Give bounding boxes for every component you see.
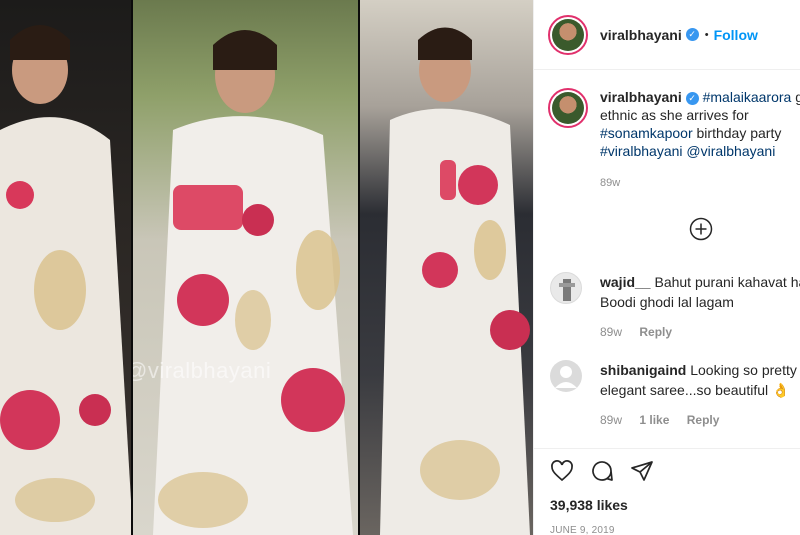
comment-meta: 89w Reply: [600, 322, 800, 342]
follow-button[interactable]: Follow: [714, 27, 758, 43]
mention-link[interactable]: @viralbhayani: [686, 143, 775, 159]
photo-panel-left: [0, 0, 133, 535]
comment-bubble-icon[interactable]: [590, 459, 614, 488]
hashtag-link[interactable]: #malaikaarora: [703, 89, 792, 105]
caption-timestamp[interactable]: 89w: [600, 174, 800, 192]
comment-text: elegant saree...so beautiful 👌: [600, 382, 790, 398]
hashtag-link[interactable]: #viralbhayani: [600, 143, 683, 159]
saree-figure-left: [0, 25, 133, 535]
post-actions: 39,938 likes JUNE 9, 2019: [534, 448, 800, 535]
caption-text: viralbhayani✓ #malaikaarora go ethnic as…: [600, 88, 800, 192]
comment-text: Looking so pretty i: [690, 362, 800, 378]
avatar-image: [552, 18, 584, 51]
caption-text-fragment: ethnic as she arrives for: [600, 107, 749, 123]
comment-meta: 89w 1 like Reply: [600, 410, 800, 430]
comment-item: wajid__ Bahut purani kahavat hai Boodi g…: [550, 272, 800, 342]
post-header: viralbhayani ✓ • Follow: [534, 0, 800, 70]
comment-username[interactable]: wajid__: [600, 274, 651, 290]
heart-icon[interactable]: [550, 459, 574, 488]
comment-text: Boodi ghodi lal lagam: [600, 294, 734, 310]
comment-body: wajid__ Bahut purani kahavat hai Boodi g…: [600, 272, 800, 342]
comment-item: shibanigaind Looking so pretty i elegant…: [550, 360, 800, 430]
comment-timestamp[interactable]: 89w: [600, 413, 622, 427]
caption-text-fragment: birthday party: [692, 125, 782, 141]
paper-plane-icon[interactable]: [630, 459, 654, 488]
comment-like-count[interactable]: 1 like: [639, 413, 669, 427]
photo-panel-right: [360, 0, 533, 535]
photo-panel-center: @viralbhayani: [133, 0, 360, 535]
post-sidebar: viralbhayani ✓ • Follow viralbhayani ✓ #m…: [533, 0, 800, 535]
like-count[interactable]: 39,938 likes: [550, 497, 800, 513]
caption-username[interactable]: viralbhayani: [600, 89, 682, 105]
plus-circle-icon[interactable]: [689, 217, 713, 241]
saree-figure-right: [380, 27, 530, 535]
avatar[interactable]: [550, 272, 582, 304]
photo-watermark: @viralbhayani: [133, 358, 272, 383]
avatar[interactable]: [548, 14, 588, 55]
action-bar: [550, 459, 800, 487]
header-dot: •: [704, 28, 709, 41]
saree-figure-center: [153, 30, 353, 535]
comment-body: shibanigaind Looking so pretty i elegant…: [600, 360, 800, 430]
verified-icon: ✓: [685, 91, 699, 105]
comment-username[interactable]: shibanigaind: [600, 362, 686, 378]
verified-icon: ✓: [685, 28, 699, 41]
reply-button[interactable]: Reply: [639, 325, 672, 339]
avatar-image: [552, 92, 584, 124]
avatar[interactable]: [548, 88, 588, 128]
hashtag-link[interactable]: #sonamkapoor: [600, 125, 693, 141]
header-username[interactable]: viralbhayani: [600, 27, 682, 43]
post-date[interactable]: JUNE 9, 2019: [550, 525, 800, 535]
post-caption: viralbhayani✓ #malaikaarora go ethnic as…: [534, 70, 800, 192]
comment-timestamp[interactable]: 89w: [600, 325, 622, 339]
post-photo[interactable]: @viralbhayani: [0, 0, 533, 535]
caption-text-fragment: go: [791, 89, 800, 105]
avatar[interactable]: [550, 360, 582, 392]
reply-button[interactable]: Reply: [687, 413, 720, 427]
comment-text: Bahut purani kahavat hai: [654, 274, 800, 290]
